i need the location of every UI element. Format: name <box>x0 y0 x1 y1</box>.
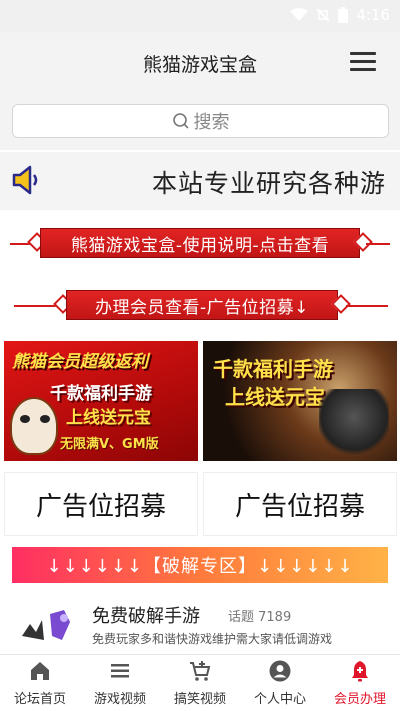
status-bar: 4:16 <box>0 0 400 32</box>
status-time: 4:16 <box>356 6 390 24</box>
cart-icon <box>190 661 211 681</box>
bell-icon <box>352 661 368 682</box>
tab-label: 搞笑视频 <box>173 692 226 707</box>
ad-line: 无限满V、GM版 <box>60 437 159 452</box>
tab-label: 会员办理 <box>333 692 386 707</box>
tab-personal-center[interactable]: 个人中心 <box>240 655 320 711</box>
ad-headline: 熊猫会员超级返利 <box>12 352 148 372</box>
battery-icon <box>338 7 349 23</box>
search-input[interactable]: 搜索 <box>12 104 389 138</box>
app-header: 熊猫游戏宝盒 <box>0 32 400 92</box>
forum-title: 免费破解手游 <box>92 606 200 627</box>
ad-tile-rebate[interactable]: 熊猫会员超级返利 千款福利手游 上线送元宝 无限满V、GM版 <box>4 341 198 461</box>
notice-text: 本站专业研究各种游 <box>152 169 387 198</box>
menu-button[interactable] <box>350 52 376 72</box>
ad-line: 上线送元宝 <box>66 408 151 428</box>
search-bar: 搜索 <box>0 92 400 150</box>
panda-mascot-image <box>10 397 58 455</box>
instructions-banner[interactable]: 熊猫游戏宝盒-使用说明-点击查看 <box>0 224 400 264</box>
menu-icon <box>350 52 376 55</box>
notice-bar[interactable]: 本站专业研究各种游 <box>0 152 400 210</box>
ad-line: 上线送元宝 <box>225 385 325 409</box>
bottom-tab-bar: 论坛首页 游戏视频 搞笑视频 个人中心 会员办理 <box>0 654 400 711</box>
forum-list-item[interactable]: 免费破解手游 话题 7189 免费玩家多和谐快游戏维护需大家请低调游戏 <box>0 592 400 654</box>
app-title: 熊猫游戏宝盒 <box>142 54 257 76</box>
list-icon <box>111 664 129 678</box>
search-icon <box>172 113 189 129</box>
tab-forum-home[interactable]: 论坛首页 <box>0 655 80 711</box>
speaker-icon <box>12 165 38 195</box>
ad-line: 千款福利手游 <box>50 384 152 404</box>
ad-recruit-tile[interactable]: 广告位招募 <box>4 472 198 536</box>
ad-recruit-tile[interactable]: 广告位招募 <box>203 472 397 536</box>
membership-banner-label: 办理会员查看-广告位招募↓ <box>66 290 338 320</box>
home-icon <box>31 662 49 680</box>
forum-topic-count: 话题 7189 <box>228 610 292 625</box>
instructions-banner-label: 熊猫游戏宝盒-使用说明-点击查看 <box>40 228 360 258</box>
search-placeholder: 搜索 <box>193 112 230 133</box>
user-icon <box>269 660 291 682</box>
status-icons: 4:16 <box>290 6 390 24</box>
forum-description: 免费玩家多和谐快游戏维护需大家请低调游戏 <box>92 632 333 646</box>
ad-headline: 千款福利手游 <box>213 357 333 381</box>
tab-label: 个人中心 <box>253 692 306 707</box>
crack-zone-banner: ↓↓↓↓↓↓【破解专区】↓↓↓↓↓↓ <box>12 547 388 583</box>
membership-banner[interactable]: 办理会员查看-广告位招募↓ <box>0 286 400 326</box>
tab-label: 游戏视频 <box>93 692 146 707</box>
tab-label: 论坛首页 <box>13 692 66 707</box>
forum-icon <box>22 610 70 640</box>
tab-game-videos[interactable]: 游戏视频 <box>80 655 160 711</box>
tab-membership[interactable]: 会员办理 <box>320 655 400 711</box>
tab-funny-videos[interactable]: 搞笑视频 <box>160 655 240 711</box>
wifi-icon <box>290 8 309 21</box>
warrior-image <box>319 389 389 459</box>
no-signal-icon <box>316 8 331 22</box>
ad-tile-games[interactable]: 千款福利手游 上线送元宝 <box>203 341 397 461</box>
